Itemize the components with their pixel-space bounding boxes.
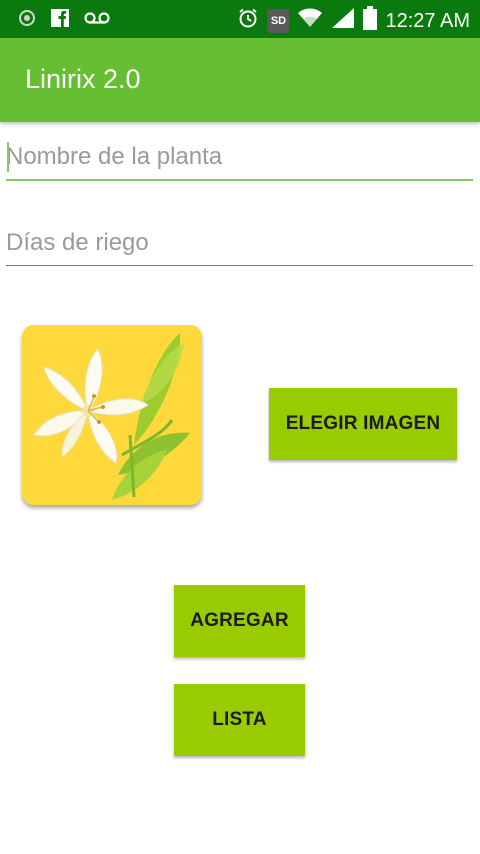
record-icon	[18, 9, 36, 32]
lily-flower-icon	[22, 325, 202, 505]
status-bar-right: SD 12:27 AM	[237, 6, 470, 35]
status-time: 12:27 AM	[385, 9, 470, 32]
facebook-icon	[50, 8, 70, 33]
plant-image	[22, 325, 202, 505]
app-bar: Linirix 2.0	[0, 38, 480, 122]
app-title: Linirix 2.0	[25, 64, 141, 94]
cellular-signal-icon	[331, 7, 355, 34]
text-cursor	[7, 142, 9, 172]
watering-days-input[interactable]	[6, 221, 473, 266]
plant-name-input[interactable]	[6, 135, 473, 181]
add-button[interactable]: AGREGAR	[174, 585, 305, 657]
battery-icon	[363, 6, 378, 35]
voicemail-icon	[84, 11, 110, 30]
sd-card-icon: SD	[267, 8, 290, 33]
wifi-icon	[297, 7, 323, 34]
alarm-icon	[237, 7, 259, 34]
status-bar-left	[18, 8, 110, 33]
status-bar: SD 12:27 AM	[0, 0, 480, 38]
list-button[interactable]: LISTA	[174, 684, 305, 756]
choose-image-button[interactable]: ELEGIR IMAGEN	[269, 388, 457, 460]
